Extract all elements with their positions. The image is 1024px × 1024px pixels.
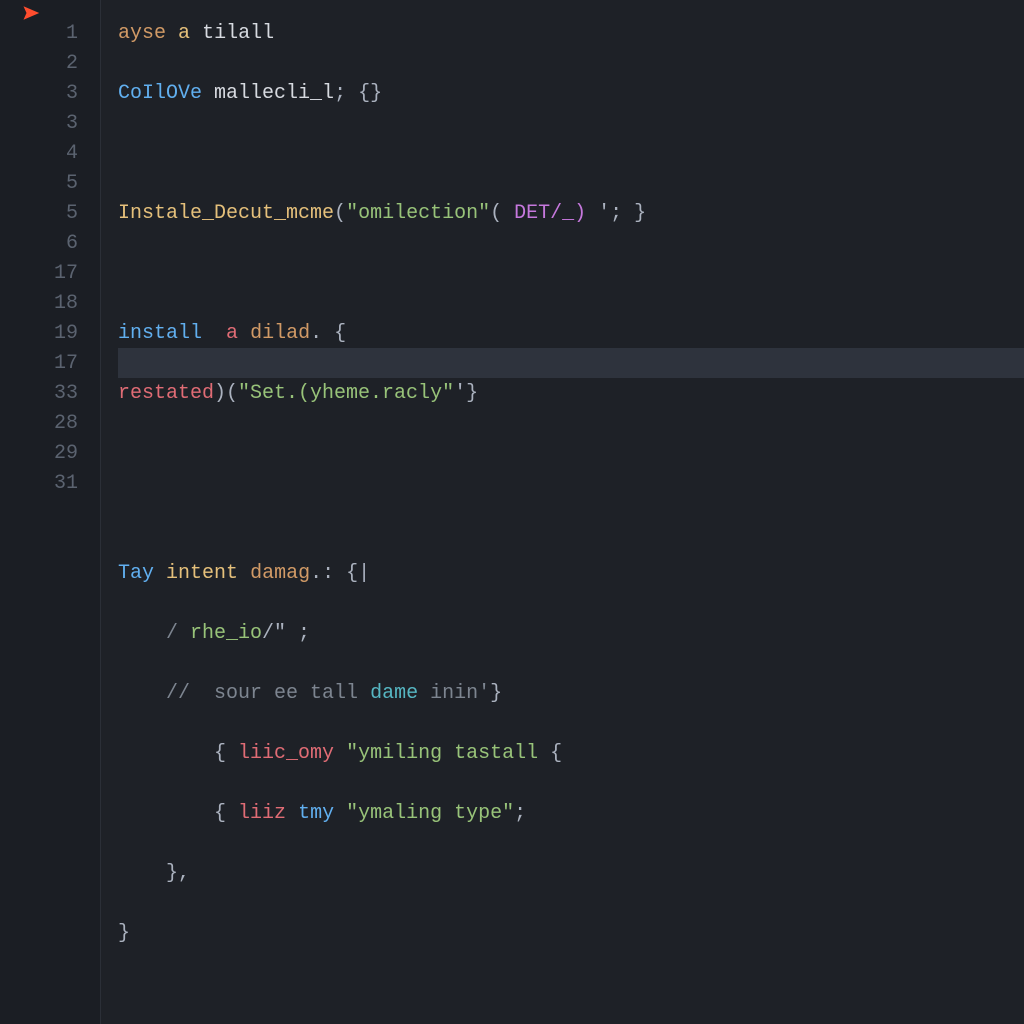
code-token: /: [166, 622, 190, 645]
code-token: inin': [418, 682, 490, 705]
code-token: ;: [334, 82, 358, 105]
code-token: [190, 22, 202, 45]
code-token: [586, 202, 598, 225]
code-token: DET/_): [514, 202, 586, 225]
code-token: dilad: [250, 322, 310, 345]
code-line[interactable]: Instale_Decut_mcme("omilection"( DET/_) …: [118, 198, 1024, 228]
code-token: [154, 562, 166, 585]
code-editor[interactable]: 123345561718191733282931 ayse a tilallCo…: [0, 0, 1024, 1024]
code-line[interactable]: },: [118, 858, 1024, 888]
code-line[interactable]: [118, 138, 1024, 168]
code-token: [334, 802, 346, 825]
line-number: 18: [0, 288, 100, 318]
code-token: Instale_Decut_mcme: [118, 202, 334, 225]
code-token: }: [490, 682, 502, 705]
line-number: 29: [0, 438, 100, 468]
code-token: '; }: [598, 202, 646, 225]
code-token: [238, 322, 250, 345]
code-token: "ymaling type": [346, 802, 514, 825]
line-number: 19: [0, 318, 100, 348]
code-line[interactable]: { liiz tmy "ymaling type";: [118, 798, 1024, 828]
code-token: a: [226, 322, 238, 345]
code-token: CoIlOVe: [118, 82, 202, 105]
line-number: 1: [0, 18, 100, 48]
code-token: '}: [454, 382, 478, 405]
line-number: 6: [0, 228, 100, 258]
code-token: [238, 562, 250, 585]
code-token: ;: [514, 802, 526, 825]
code-line[interactable]: ayse a tilall: [118, 18, 1024, 48]
line-number: 2: [0, 48, 100, 78]
code-token: mallecli_l: [214, 82, 334, 105]
code-token: [166, 22, 178, 45]
code-line[interactable]: / rhe_io/" ;: [118, 618, 1024, 648]
line-number: 17: [0, 258, 100, 288]
line-number: 5: [0, 168, 100, 198]
code-line[interactable]: install a dilad. {: [118, 318, 1024, 348]
line-number-gutter: 123345561718191733282931: [0, 0, 100, 1024]
code-token: dame: [370, 682, 418, 705]
code-line[interactable]: }: [118, 918, 1024, 948]
line-number: 5: [0, 198, 100, 228]
code-token: tmy: [298, 802, 334, 825]
code-line[interactable]: restated)("Set.(yheme.racly"'}: [118, 378, 1024, 408]
code-line[interactable]: CoIlOVe mallecli_l; {}: [118, 78, 1024, 108]
code-token: rhe_io: [190, 622, 262, 645]
code-token: Tay: [118, 562, 154, 585]
code-token: )(: [214, 382, 238, 405]
code-token: .: {|: [310, 562, 370, 585]
code-token: [202, 322, 226, 345]
line-number: 28: [0, 408, 100, 438]
code-line[interactable]: // sour ee tall dame inin'}: [118, 678, 1024, 708]
code-token: install: [118, 322, 202, 345]
code-token: (: [490, 202, 514, 225]
current-line-highlight: [118, 348, 1024, 378]
line-number: 33: [0, 378, 100, 408]
line-number: 3: [0, 78, 100, 108]
code-token: liiz: [238, 802, 286, 825]
code-area[interactable]: ayse a tilall CoIlOVe mallecli_l; {} Insta…: [100, 0, 1024, 1024]
code-token: {}: [358, 82, 382, 105]
code-token: damag: [250, 562, 310, 585]
line-number: 17: [0, 348, 100, 378]
code-token: "omilection": [346, 202, 490, 225]
code-token: ayse: [118, 22, 166, 45]
line-number: 4: [0, 138, 100, 168]
code-line[interactable]: [118, 498, 1024, 528]
code-token: "Set.(yheme.racly": [238, 382, 454, 405]
code-token: a: [178, 22, 190, 45]
code-token: . {: [310, 322, 346, 345]
code-token: // sour ee tall: [166, 682, 370, 705]
code-token: {: [214, 742, 238, 765]
code-line[interactable]: [118, 438, 1024, 468]
code-token: restated: [118, 382, 214, 405]
code-token: [202, 82, 214, 105]
code-line[interactable]: Tay intent damag.: {|: [118, 558, 1024, 588]
code-token: {: [214, 802, 238, 825]
code-line[interactable]: [118, 258, 1024, 288]
code-token: },: [166, 862, 190, 885]
line-number: 3: [0, 108, 100, 138]
code-token: [334, 742, 346, 765]
code-token: intent: [166, 562, 238, 585]
code-line[interactable]: { liic_omy "ymiling tastall {: [118, 738, 1024, 768]
code-token: (: [334, 202, 346, 225]
code-token: tilall: [202, 22, 274, 45]
code-token: liic_omy: [238, 742, 334, 765]
code-token: [286, 802, 298, 825]
code-token: /" ;: [262, 622, 310, 645]
line-number: 31: [0, 468, 100, 498]
code-token: }: [118, 922, 130, 945]
code-token: {: [538, 742, 562, 765]
code-token: "ymiling tastall: [346, 742, 538, 765]
